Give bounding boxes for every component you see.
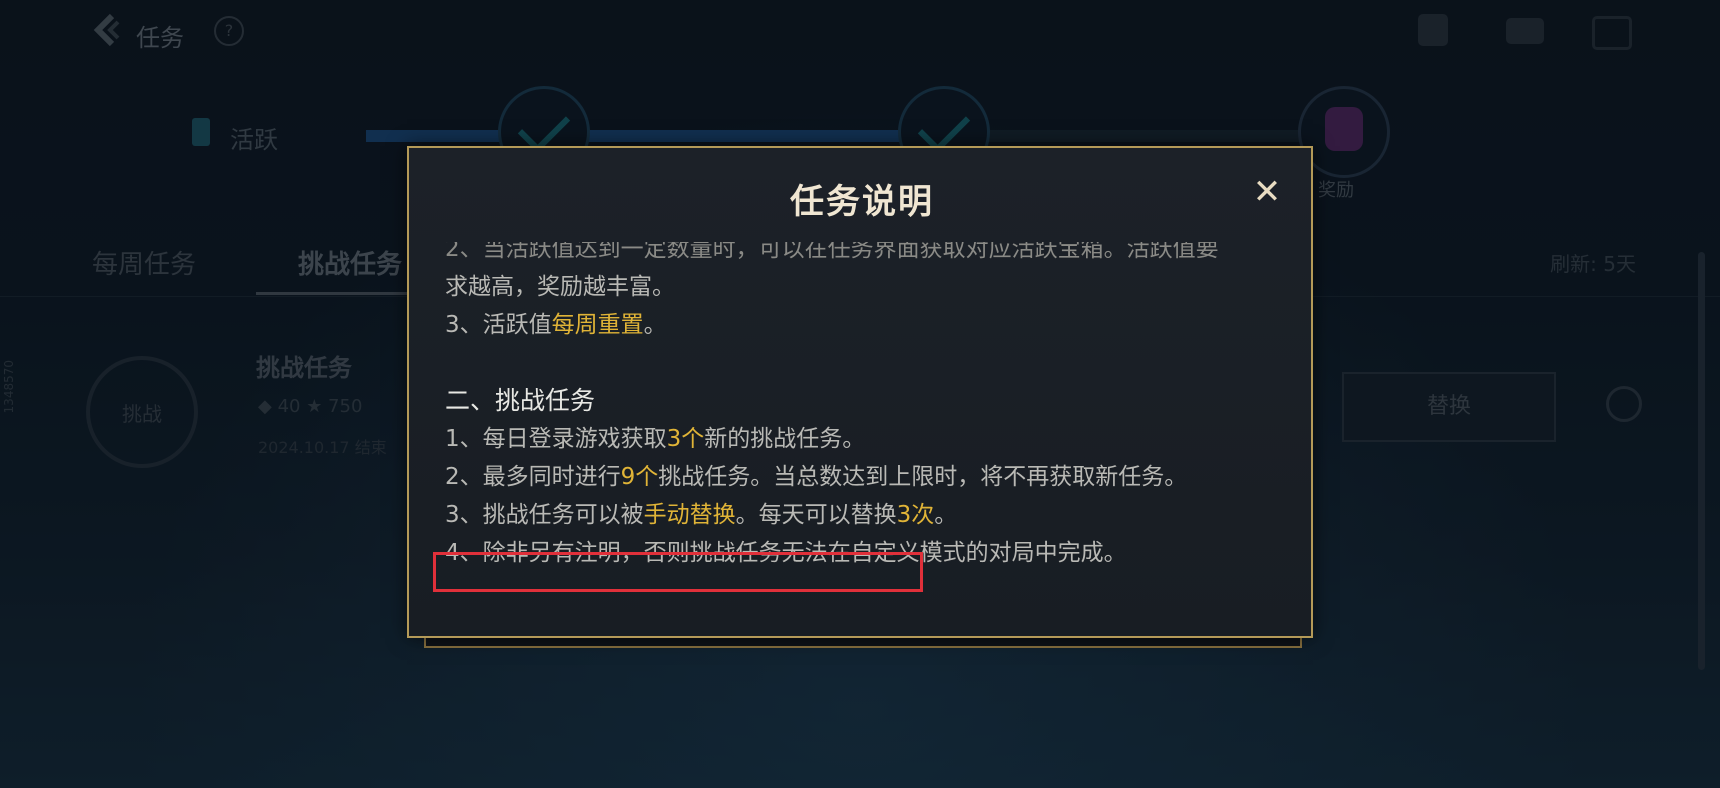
close-icon[interactable]: ✕ <box>1247 172 1287 212</box>
task-info-dialog: 任务说明 ✕ 2、当活跃值达到一定数量时，可以在任务界面获取对应活跃宝箱。活跃值… <box>407 146 1313 638</box>
rule-text: 新的挑战任务。 <box>704 426 866 452</box>
rule-line: 1、每日登录游戏获取3个新的挑战任务。 <box>445 420 1285 458</box>
highlighted-text: 9个 <box>620 464 659 490</box>
rule-line: 3、挑战任务可以被手动替换。每天可以替换3次。 <box>445 496 1285 534</box>
dialog-content: 2、当活跃值达到一定数量时，可以在任务界面获取对应活跃宝箱。活跃值要求越高，奖励… <box>445 242 1285 572</box>
rule-text: 3、活跃值 <box>445 312 552 338</box>
highlighted-text: 每周重置 <box>551 312 644 338</box>
highlighted-text: 3次 <box>896 502 935 528</box>
dialog-title: 任务说明 <box>790 182 934 222</box>
highlighted-text: 3个 <box>666 426 705 452</box>
annotation-highlight-box <box>433 552 923 592</box>
rule-text: 。每天可以替换 <box>735 502 897 528</box>
rule-line: 3、活跃值每周重置。 <box>445 306 1285 344</box>
rule-text: 2、最多同时进行 <box>445 464 621 490</box>
rule-text: 。 <box>934 502 958 528</box>
section-heading: 二、挑战任务 <box>445 382 1285 420</box>
rule-line: 2、当活跃值达到一定数量时，可以在任务界面获取对应活跃宝箱。活跃值要 <box>445 242 1285 268</box>
highlighted-text: 手动替换 <box>643 502 736 528</box>
rule-text: 3、挑战任务可以被 <box>445 502 644 528</box>
rule-text: 1、每日登录游戏获取 <box>445 426 667 452</box>
screen: 任务 ? 活跃 奖励 每周任务 挑战任务 刷新: 5天 1348570 挑战 挑… <box>0 0 1720 788</box>
rule-text: 挑战任务。当总数达到上限时，将不再获取新任务。 <box>658 464 1188 490</box>
rule-line <box>445 344 1285 382</box>
rule-line: 2、最多同时进行9个挑战任务。当总数达到上限时，将不再获取新任务。 <box>445 458 1285 496</box>
rule-text: 二、挑战任务 <box>445 386 596 415</box>
rule-line: 求越高，奖励越丰富。 <box>445 268 1285 306</box>
rule-text: 2、当活跃值达到一定数量时，可以在任务界面获取对应活跃宝箱。活跃值要 <box>445 242 1219 262</box>
rule-text: 。 <box>643 312 667 338</box>
rule-text: 求越高，奖励越丰富。 <box>445 274 675 300</box>
